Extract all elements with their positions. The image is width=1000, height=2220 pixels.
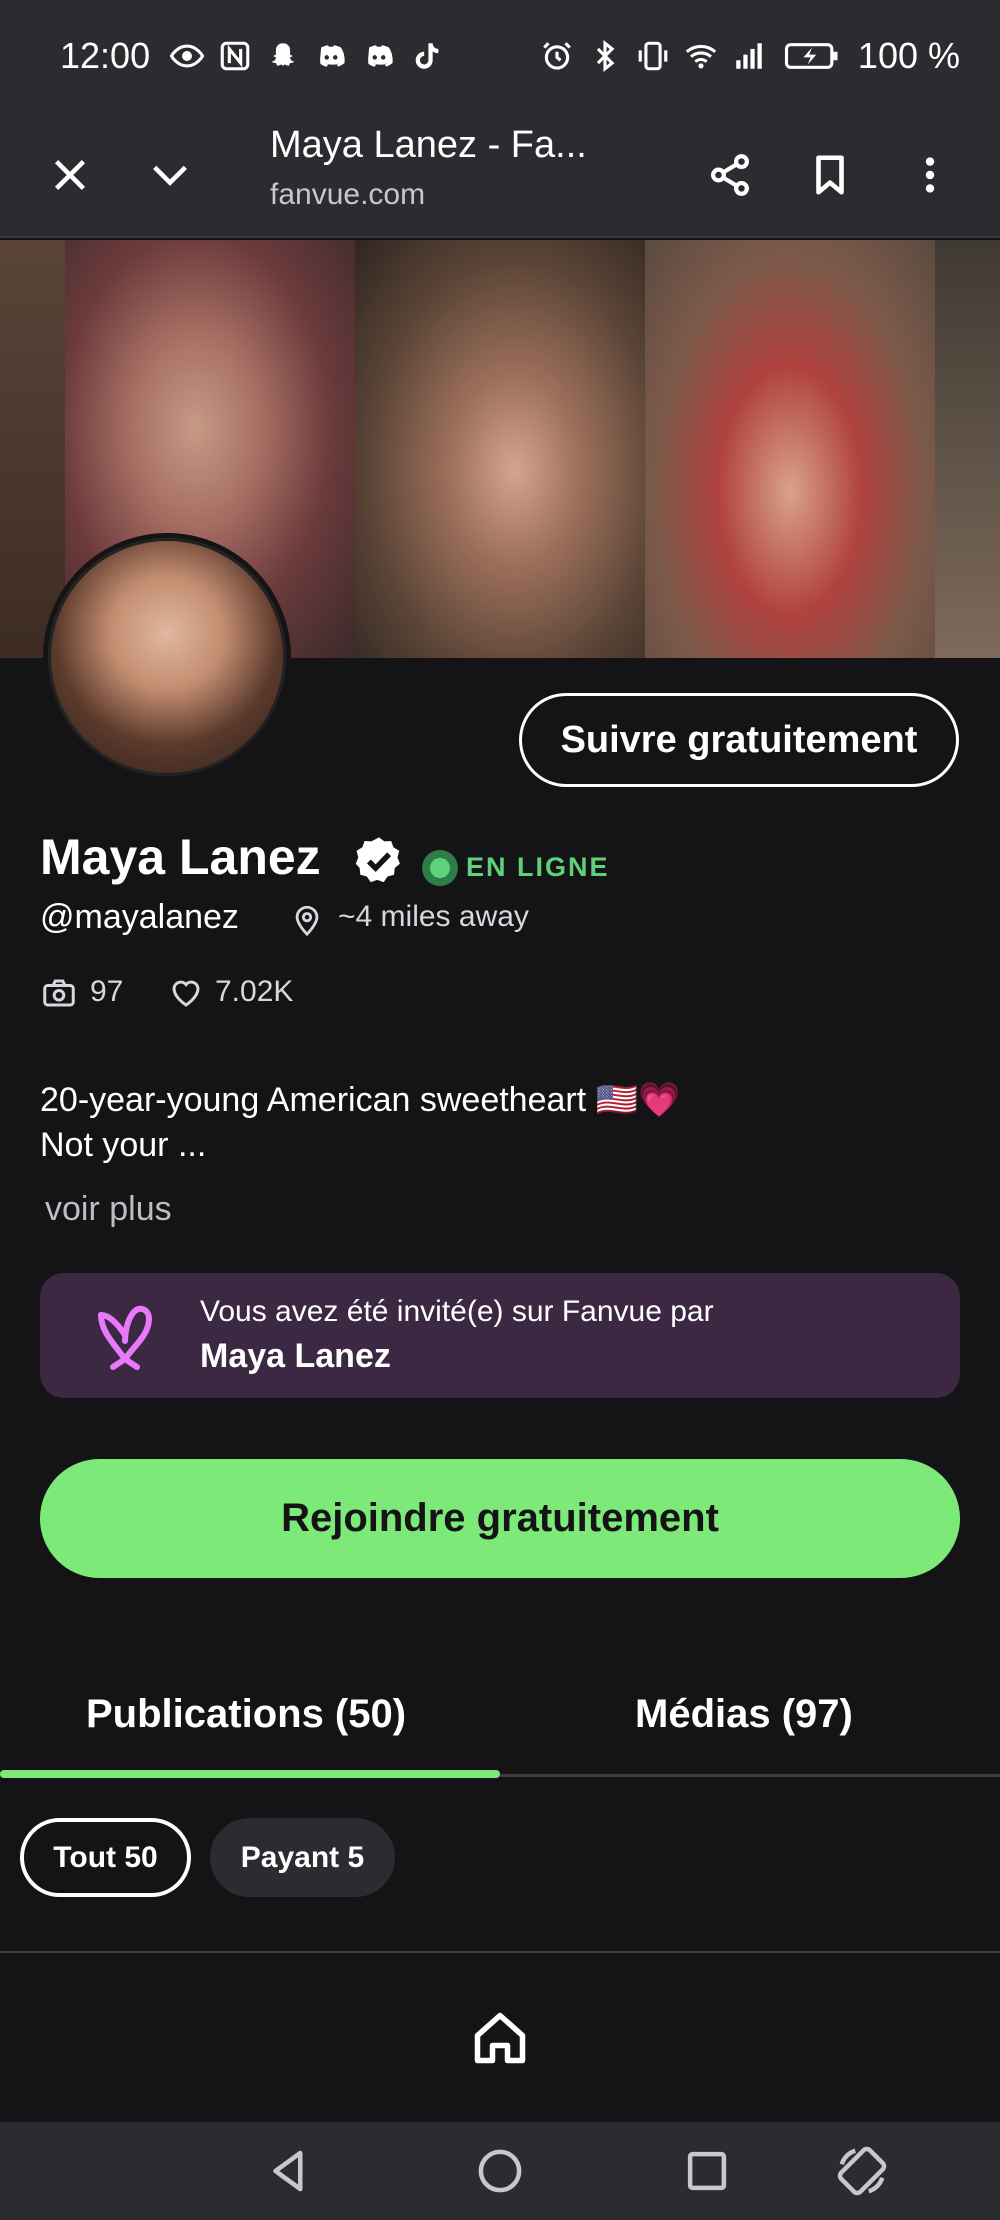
invite-card: Vous avez été invité(e) sur Fanvue par M…	[40, 1273, 960, 1398]
tab-medias[interactable]: Médias (97)	[635, 1692, 853, 1737]
bookmark-button[interactable]	[795, 140, 865, 210]
bluetooth-icon	[588, 39, 622, 73]
minimize-button[interactable]	[135, 140, 205, 210]
close-tab-button[interactable]	[35, 140, 105, 210]
banner-image	[0, 240, 65, 658]
online-status-label: EN LIGNE	[466, 852, 610, 882]
avatar[interactable]	[43, 533, 291, 781]
discord-icon	[314, 39, 348, 73]
alarm-icon	[540, 39, 574, 73]
banner-image	[355, 240, 645, 658]
signal-icon	[732, 39, 766, 73]
location-pin-icon	[295, 905, 319, 937]
share-icon	[711, 154, 749, 196]
invite-text: Vous avez été invité(e) sur Fanvue par	[200, 1295, 714, 1328]
vibrate-icon	[636, 39, 670, 73]
discord-icon	[362, 39, 396, 73]
banner-image	[935, 240, 1000, 658]
home-icon[interactable]	[470, 2008, 530, 2068]
filter-all-chip[interactable]: Tout 50	[20, 1818, 191, 1897]
recents-icon[interactable]	[680, 2144, 734, 2198]
status-time: 12:00	[60, 35, 151, 76]
wifi-icon	[684, 39, 718, 73]
nfc-icon	[218, 39, 252, 73]
rotate-screen-icon[interactable]	[835, 2144, 889, 2198]
likes-count: 7.02K	[215, 975, 294, 1008]
chevron-down-icon	[153, 165, 187, 186]
browser-toolbar: Maya Lanez - Fa... fanvue.com	[0, 112, 1000, 238]
camera-icon	[43, 979, 75, 1007]
more-options-button[interactable]	[895, 140, 965, 210]
filter-paid-chip[interactable]: Payant 5	[210, 1818, 395, 1897]
battery-charging-icon	[780, 39, 844, 73]
fanvue-logo-icon	[98, 1305, 152, 1370]
tab-publications[interactable]: Publications (50)	[86, 1692, 406, 1737]
online-status-dot	[422, 850, 458, 886]
back-icon[interactable]	[262, 2144, 316, 2198]
home-circle-icon[interactable]	[473, 2144, 527, 2198]
heart-icon	[172, 980, 200, 1007]
divider	[0, 1951, 1000, 1953]
bookmark-icon	[816, 155, 844, 195]
inviter-name: Maya Lanez	[200, 1337, 391, 1375]
page-title: Maya Lanez - Fa...	[270, 124, 587, 166]
more-vertical-icon	[925, 157, 935, 193]
profile-handle: @mayalanez	[40, 898, 239, 936]
share-button[interactable]	[695, 140, 765, 210]
tiktok-icon	[410, 39, 444, 73]
bio-text: Not your ...	[40, 1126, 207, 1164]
verified-badge-icon	[355, 837, 400, 883]
profile-name: Maya Lanez	[40, 829, 321, 885]
close-icon	[54, 159, 86, 191]
page-url[interactable]: fanvue.com	[270, 178, 425, 212]
photos-count: 97	[90, 975, 124, 1008]
distance-label: ~4 miles away	[338, 900, 529, 933]
active-tab-indicator	[0, 1770, 500, 1778]
join-free-button[interactable]: Rejoindre gratuitement	[40, 1459, 960, 1578]
follow-free-button[interactable]: Suivre gratuitement	[519, 693, 959, 787]
see-more-link[interactable]: voir plus	[45, 1190, 172, 1229]
battery-level: 100 %	[857, 35, 960, 76]
banner-image	[645, 240, 935, 658]
bio-text: 20-year-young American sweetheart 🇺🇸💗	[40, 1081, 681, 1119]
status-bar: 12:00 100 %	[0, 0, 1000, 112]
eye-icon	[170, 39, 205, 73]
system-navigation-bar	[0, 2122, 1000, 2220]
snapchat-icon	[266, 39, 300, 73]
